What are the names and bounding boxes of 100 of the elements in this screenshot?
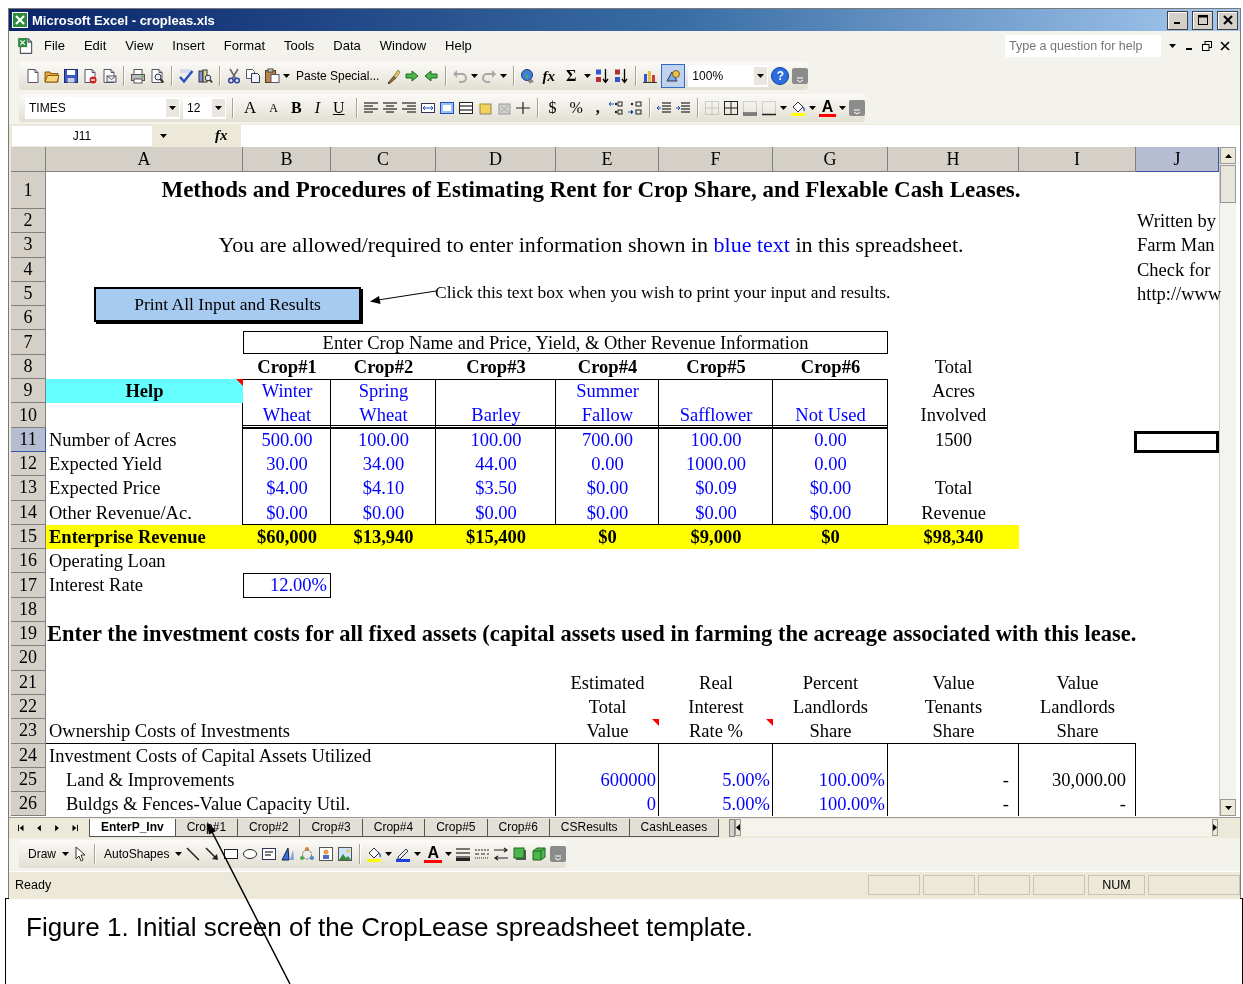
row-header[interactable]: 9 bbox=[11, 379, 46, 404]
table-rows-icon[interactable] bbox=[457, 100, 474, 116]
caret-icon[interactable] bbox=[159, 133, 167, 138]
print-preview-icon[interactable] bbox=[149, 68, 165, 84]
decimal-decrease-icon[interactable] bbox=[626, 100, 643, 116]
sheet-tab[interactable]: CSResults bbox=[548, 818, 630, 837]
page-envelope-icon[interactable] bbox=[101, 68, 117, 84]
spelling-check-icon[interactable] bbox=[178, 68, 194, 84]
row-header[interactable]: 17 bbox=[11, 573, 46, 598]
shadow-square-icon[interactable] bbox=[511, 846, 528, 862]
insert-function-button[interactable]: fx bbox=[212, 127, 231, 144]
grow-font-button[interactable]: A bbox=[239, 98, 262, 118]
sheet-tab[interactable]: Crop#6 bbox=[486, 818, 550, 837]
scroll-up-button[interactable] bbox=[1220, 147, 1236, 164]
drawing-shapes-icon[interactable] bbox=[661, 64, 686, 88]
row-header[interactable]: 7 bbox=[11, 330, 46, 355]
up-arrow-icon[interactable] bbox=[1224, 153, 1232, 158]
font-color-button[interactable]: A bbox=[424, 845, 442, 863]
column-header[interactable]: B bbox=[243, 147, 331, 172]
row-header[interactable]: 13 bbox=[11, 476, 46, 501]
indent-increase-icon[interactable] bbox=[674, 100, 691, 116]
row-header[interactable]: 11 bbox=[11, 427, 46, 452]
line-icon[interactable] bbox=[185, 846, 202, 862]
decimal-increase-icon[interactable] bbox=[607, 100, 624, 116]
caret-icon[interactable] bbox=[444, 852, 452, 856]
comma-style-button[interactable]: , bbox=[590, 99, 605, 117]
row-header[interactable]: 2 bbox=[11, 209, 46, 234]
caret-icon[interactable] bbox=[757, 74, 765, 78]
row-header[interactable]: 19 bbox=[11, 622, 46, 647]
column-header[interactable]: H bbox=[888, 147, 1019, 172]
menu-item[interactable]: View bbox=[116, 35, 164, 56]
scroll-thumb[interactable] bbox=[1220, 165, 1236, 203]
formula-field[interactable] bbox=[240, 124, 1240, 147]
row-header[interactable]: 21 bbox=[11, 670, 46, 695]
row-header[interactable]: 16 bbox=[11, 549, 46, 574]
row-header[interactable]: 3 bbox=[11, 233, 46, 258]
scroll-down-button[interactable] bbox=[1220, 799, 1236, 817]
row-header[interactable]: 8 bbox=[11, 354, 46, 380]
row-header[interactable]: 18 bbox=[11, 597, 46, 623]
menu-item[interactable]: Format bbox=[214, 35, 275, 56]
merge-cells-icon[interactable] bbox=[419, 100, 436, 116]
font-color-button[interactable]: A bbox=[818, 99, 837, 117]
autosum-button[interactable]: Σ bbox=[560, 67, 582, 85]
toolbar-chevron-icon[interactable] bbox=[549, 846, 566, 862]
menu-item[interactable]: File bbox=[35, 35, 75, 56]
page-stop-icon[interactable] bbox=[82, 68, 98, 84]
bar-chart-icon[interactable] bbox=[642, 68, 659, 84]
row-header[interactable]: 22 bbox=[11, 694, 46, 720]
column-header[interactable]: F bbox=[659, 147, 773, 172]
menu-item[interactable]: Help bbox=[436, 35, 482, 56]
arrow-left-icon[interactable] bbox=[423, 68, 440, 84]
border-bottom-icon[interactable] bbox=[741, 100, 758, 116]
row-header[interactable]: 10 bbox=[11, 403, 46, 428]
caret-icon[interactable] bbox=[1169, 43, 1176, 48]
zoom-field[interactable]: 100% bbox=[688, 65, 769, 87]
close-icon[interactable] bbox=[1222, 15, 1233, 25]
menu-item[interactable]: Edit bbox=[74, 35, 117, 56]
caret-icon[interactable] bbox=[62, 852, 69, 856]
pen-line-icon[interactable] bbox=[395, 846, 412, 862]
scroll-right-button[interactable] bbox=[1212, 819, 1218, 836]
insert-function-button[interactable]: fx bbox=[539, 67, 558, 85]
books-magnifier-icon[interactable] bbox=[197, 68, 213, 84]
align-left-icon[interactable] bbox=[362, 100, 379, 116]
row-header[interactable]: 25 bbox=[11, 767, 46, 793]
horizontal-scrollbar[interactable] bbox=[729, 819, 1218, 836]
sheet-tab[interactable]: Crop#2 bbox=[237, 818, 301, 837]
caret-icon[interactable] bbox=[471, 74, 479, 78]
sheet-tab[interactable]: Crop#3 bbox=[299, 818, 363, 837]
landscape-picture-icon[interactable] bbox=[337, 846, 354, 862]
active-cell-border[interactable] bbox=[1134, 430, 1219, 453]
crosshair-icon[interactable] bbox=[514, 100, 531, 116]
paint-bucket-icon[interactable] bbox=[789, 100, 806, 116]
indent-decrease-icon[interactable] bbox=[655, 100, 672, 116]
bold-button[interactable]: B bbox=[285, 99, 307, 117]
sheet-tab[interactable]: Crop#4 bbox=[361, 818, 426, 837]
spreadsheet-document-icon[interactable] bbox=[17, 36, 35, 55]
left-arrow-icon[interactable] bbox=[736, 824, 741, 831]
help-button[interactable]: ? bbox=[771, 67, 790, 85]
caret-icon[interactable] bbox=[839, 106, 847, 110]
italic-button[interactable]: I bbox=[309, 99, 325, 117]
oval-icon[interactable] bbox=[242, 846, 259, 862]
print-button[interactable]: Print All Input and Results bbox=[94, 287, 361, 322]
column-header[interactable]: E bbox=[556, 147, 659, 172]
paintbrush-icon[interactable] bbox=[385, 68, 402, 84]
clip-art-icon[interactable] bbox=[318, 846, 335, 862]
caret-icon[interactable] bbox=[584, 74, 592, 78]
sort-descending-icon[interactable] bbox=[613, 68, 630, 84]
column-header[interactable]: A bbox=[46, 147, 243, 172]
sheet-tab[interactable]: Crop#5 bbox=[424, 818, 488, 837]
arrow-icon[interactable] bbox=[204, 846, 221, 862]
caret-icon[interactable] bbox=[169, 106, 176, 110]
row-header[interactable]: 14 bbox=[11, 500, 46, 525]
select-all-button[interactable] bbox=[11, 147, 46, 172]
wordart-icon[interactable] bbox=[280, 846, 297, 862]
currency-button[interactable]: $ bbox=[543, 99, 562, 117]
border-grid-icon[interactable] bbox=[760, 100, 777, 116]
clipboard-icon[interactable] bbox=[264, 68, 280, 84]
text-box-icon[interactable] bbox=[261, 846, 278, 862]
row-header[interactable]: 6 bbox=[11, 306, 46, 331]
column-header[interactable]: G bbox=[773, 147, 888, 172]
